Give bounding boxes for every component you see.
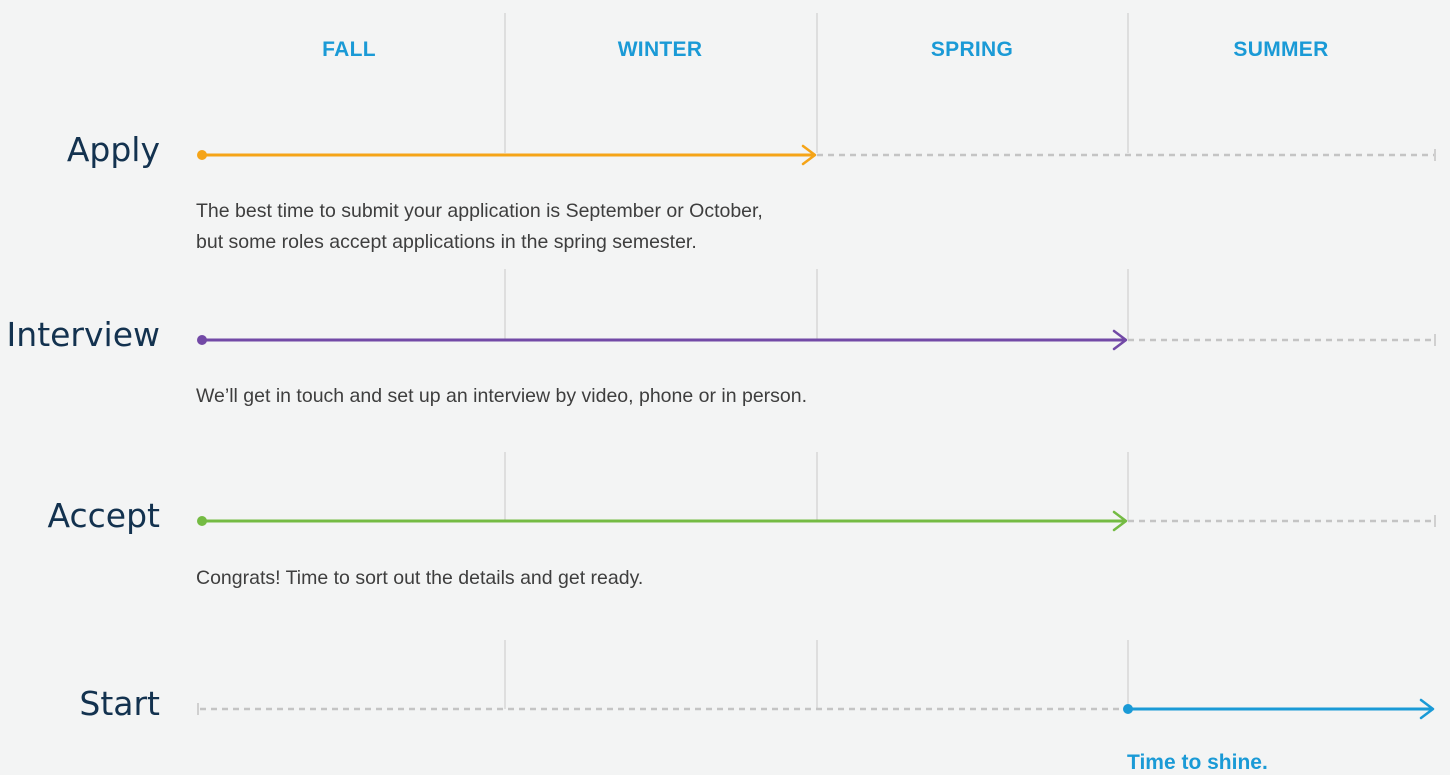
accept-start-dot [197, 516, 207, 526]
interview-description-line-1: We’ll get in touch and set up an intervi… [196, 385, 808, 407]
apply-description-line-1: The best time to submit your application… [196, 200, 763, 222]
season-header-winter: WINTER [617, 38, 703, 61]
stage-label-apply: Apply [66, 130, 160, 169]
apply-description: The best time to submit your application… [196, 196, 763, 258]
start-tagline: Time to shine. [1127, 751, 1268, 774]
season-header-fall: FALL [322, 38, 376, 61]
stage-label-accept: Accept [47, 496, 160, 535]
accept-description-line-1: Congrats! Time to sort out the details a… [196, 567, 644, 589]
start-start-dot [1123, 704, 1133, 714]
accept-description: Congrats! Time to sort out the details a… [196, 563, 643, 594]
season-header-spring: SPRING [930, 38, 1014, 61]
accept-track [197, 510, 1436, 532]
interview-description: We’ll get in touch and set up an intervi… [196, 381, 807, 412]
season-header-summer: SUMMER [1233, 38, 1329, 61]
apply-track [197, 144, 1436, 166]
season-dividers [504, 13, 1129, 709]
stage-label-start: Start [79, 684, 160, 723]
apply-description-line-2: but some roles accept applications in th… [196, 231, 697, 253]
start-track [197, 698, 1435, 720]
apply-start-dot [197, 150, 207, 160]
interview-start-dot [197, 335, 207, 345]
stage-label-interview: Interview [6, 315, 160, 354]
interview-track [197, 329, 1436, 351]
